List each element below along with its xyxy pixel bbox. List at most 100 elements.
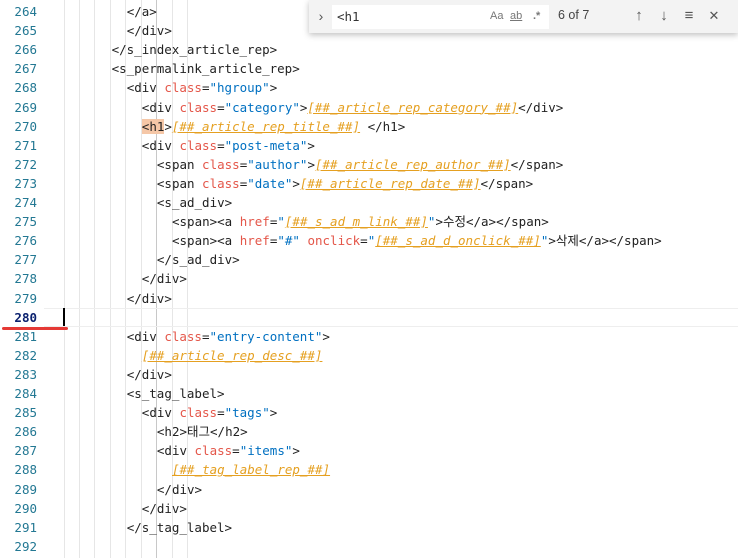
find-widget: › <h1 Aa ab .* 6 of 7 ↑ ↓ ≡ ✕: [309, 0, 738, 33]
code-token: "author": [247, 156, 308, 172]
code-line[interactable]: <div class="category">[##_article_rep_ca…: [142, 98, 563, 117]
whole-word-icon[interactable]: ab: [510, 7, 522, 25]
match-case-icon[interactable]: Aa: [490, 7, 503, 25]
line-number: 264: [14, 4, 37, 19]
code-token: class: [164, 80, 202, 96]
line-number: 286: [14, 424, 37, 440]
code-token: >: [307, 156, 315, 172]
code-token: </div>: [126, 366, 172, 382]
code-line[interactable]: </s_ad_div>: [157, 250, 240, 269]
current-line-highlight: [44, 307, 738, 327]
code-token: =: [217, 405, 225, 421]
code-token: <div: [156, 443, 195, 459]
code-line[interactable]: </s_tag_label>: [127, 518, 232, 537]
code-token: >: [292, 443, 300, 459]
code-line[interactable]: <span class="date">[##_article_rep_date_…: [157, 174, 533, 193]
code-line[interactable]: </div>: [142, 499, 187, 518]
code-token: </div>: [141, 500, 187, 516]
code-token: </div>: [126, 23, 172, 39]
code-token: <div: [141, 99, 180, 115]
code-token: "category": [224, 99, 300, 115]
code-token: <span: [156, 156, 203, 172]
code-token: =: [201, 80, 210, 96]
code-line[interactable]: <h2>태그</h2>: [157, 422, 248, 441]
code-line[interactable]: </div>: [157, 480, 202, 499]
close-icon[interactable]: ✕: [704, 6, 724, 26]
code-token: =: [360, 233, 368, 249]
code-token: </div>: [518, 99, 564, 115]
code-token: class: [179, 137, 218, 153]
find-in-selection-icon[interactable]: ≡: [679, 6, 699, 26]
code-token: >: [269, 405, 278, 421]
code-token: [##_article_rep_date_##]: [299, 175, 481, 191]
code-token: ": [277, 214, 285, 230]
toggle-replace-chevron-icon[interactable]: ›: [313, 8, 329, 24]
code-line[interactable]: </div>: [127, 21, 172, 40]
code-token: "tags": [224, 405, 270, 421]
code-token: "date": [247, 175, 293, 191]
previous-match-arrow-up-icon[interactable]: ↑: [629, 6, 649, 26]
code-token: "post-meta": [224, 137, 308, 153]
code-token: </div>: [156, 481, 203, 497]
code-token: class: [164, 328, 202, 344]
line-number: 282: [14, 347, 37, 363]
code-line[interactable]: <div class="entry-content">: [127, 327, 330, 346]
code-line[interactable]: </div>: [127, 365, 172, 384]
code-line[interactable]: <h1>[##_article_rep_title_##] </h1>: [141, 117, 406, 136]
line-number: 284: [14, 386, 37, 401]
code-token: <span><a: [172, 233, 240, 249]
code-line[interactable]: <span><a href="#" onclick="[##_s_ad_d_on…: [172, 231, 662, 250]
line-number: 283: [14, 366, 37, 382]
indent-guide: [79, 0, 80, 558]
text-cursor: [63, 307, 65, 326]
code-token: [##_tag_label_rep_##]: [172, 462, 331, 478]
line-number: 271: [14, 137, 37, 153]
code-line[interactable]: <span class="author">[##_article_rep_aut…: [157, 155, 563, 174]
code-line[interactable]: <s_permalink_article_rep>: [112, 59, 300, 78]
code-token: >: [269, 80, 278, 96]
code-token: [##_article_rep_desc_##]: [141, 347, 323, 363]
code-line[interactable]: <s_ad_div>: [157, 193, 232, 212]
code-line[interactable]: <div class="hgroup">: [127, 78, 278, 97]
code-token: >: [307, 137, 315, 153]
code-editor[interactable]: 264 265 266 267 268 269 270 271 272 273 274 275 276 2…: [0, 0, 738, 558]
code-line[interactable]: <div class="tags">: [142, 403, 278, 422]
code-token: href: [239, 214, 270, 230]
line-number: 279: [14, 290, 37, 306]
code-line[interactable]: <s_tag_label>: [127, 384, 225, 403]
line-number-gutter[interactable]: 264 265 266 267 268 269 270 271 272 273 274 275 276 2…: [0, 0, 44, 558]
code-line[interactable]: <div class="items">: [157, 441, 300, 460]
code-token: =: [217, 137, 225, 153]
code-line[interactable]: [##_tag_label_rep_##]: [172, 460, 330, 479]
next-match-arrow-down-icon[interactable]: ↓: [654, 6, 674, 26]
code-line[interactable]: <span><a href="[##_s_ad_m_link_##]">수정</…: [172, 212, 549, 231]
code-token: </span>: [480, 175, 534, 191]
indent-guide: [64, 0, 65, 558]
line-number: 267: [14, 61, 37, 77]
line-number: 278: [14, 271, 37, 287]
code-token: class: [179, 99, 218, 115]
code-token: =: [201, 328, 210, 344]
code-line[interactable]: <div class="post-meta">: [142, 136, 315, 155]
code-line[interactable]: </s_index_article_rep>: [112, 40, 278, 59]
code-token: <s_tag_label>: [126, 386, 225, 401]
find-query: <h1: [337, 9, 360, 24]
line-number: 290: [14, 500, 37, 516]
code-line[interactable]: [##_article_rep_desc_##]: [142, 346, 323, 365]
code-line[interactable]: </div>: [127, 289, 172, 308]
code-token: </h2>: [210, 424, 248, 440]
regex-icon[interactable]: .*: [533, 7, 540, 25]
code-token: <div: [141, 137, 180, 153]
indent-guide: [110, 0, 111, 558]
code-line[interactable]: </div>: [142, 269, 187, 288]
code-token: </h1>: [360, 118, 406, 134]
code-line[interactable]: </a>: [127, 2, 157, 21]
line-number: 285: [14, 405, 37, 421]
code-token: <s_ad_div>: [156, 195, 233, 210]
code-token: href: [239, 233, 270, 249]
code-token: </s_ad_div>: [156, 252, 240, 268]
red-underline-annotation: [2, 326, 68, 330]
code-token: </div>: [126, 290, 172, 306]
indent-guide: [94, 0, 95, 558]
line-number: 291: [14, 519, 37, 535]
